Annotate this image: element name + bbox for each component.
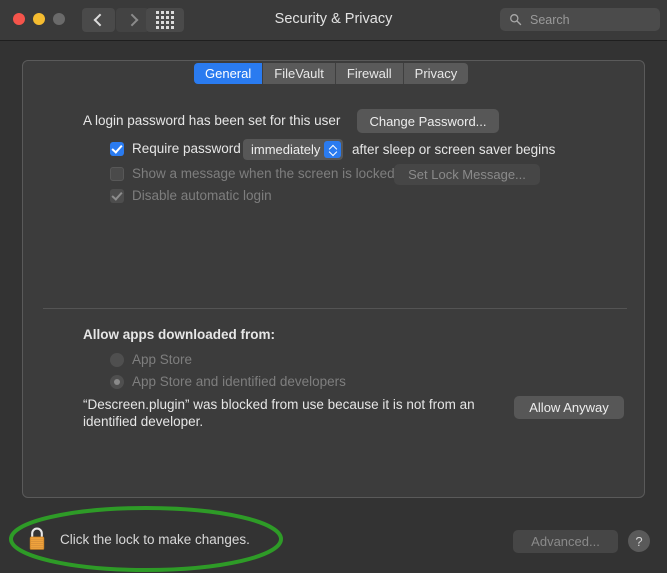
- lock-instruction-label: Click the lock to make changes.: [60, 532, 250, 547]
- radio-app-store: [110, 353, 124, 367]
- tab-filevault[interactable]: FileVault: [263, 63, 336, 84]
- show-lock-message-label: Show a message when the screen is locked: [132, 166, 395, 181]
- show-lock-message-checkbox: [110, 167, 124, 181]
- login-password-status: A login password has been set for this u…: [83, 113, 340, 128]
- window-titlebar: Security & Privacy: [0, 0, 667, 41]
- require-password-delay-popup[interactable]: immediately: [243, 139, 343, 160]
- section-divider: [43, 308, 627, 309]
- radio-app-store-row: App Store: [110, 352, 192, 367]
- disable-auto-login-checkbox: [110, 189, 124, 203]
- search-field[interactable]: [500, 8, 660, 31]
- tab-firewall[interactable]: Firewall: [336, 63, 404, 84]
- radio-app-store-identified: [110, 375, 124, 389]
- blocked-app-message: “Descreen.plugin” was blocked from use b…: [83, 396, 493, 430]
- radio-app-store-identified-row: App Store and identified developers: [110, 374, 346, 389]
- allow-apps-heading: Allow apps downloaded from:: [83, 327, 275, 342]
- locked-padlock-icon[interactable]: [26, 526, 48, 552]
- require-password-suffix-label: after sleep or screen saver begins: [352, 142, 555, 157]
- chevron-updown-icon[interactable]: [324, 141, 341, 158]
- require-password-label: Require password: [132, 141, 241, 156]
- search-icon: [509, 13, 522, 26]
- require-password-row[interactable]: Require password: [110, 141, 241, 156]
- disable-auto-login-row: Disable automatic login: [110, 188, 272, 203]
- require-password-checkbox[interactable]: [110, 142, 124, 156]
- allow-anyway-button[interactable]: Allow Anyway: [514, 396, 624, 419]
- change-password-button[interactable]: Change Password...: [357, 109, 499, 133]
- tab-privacy[interactable]: Privacy: [404, 63, 469, 84]
- tab-general[interactable]: General: [194, 63, 263, 84]
- search-input[interactable]: [528, 8, 654, 31]
- disable-auto-login-label: Disable automatic login: [132, 188, 272, 203]
- advanced-button: Advanced...: [513, 530, 618, 553]
- radio-app-store-label: App Store: [132, 352, 192, 367]
- set-lock-message-button: Set Lock Message...: [394, 164, 540, 185]
- require-password-delay-value: immediately: [251, 139, 320, 160]
- show-lock-message-row: Show a message when the screen is locked: [110, 166, 395, 181]
- tab-bar: General FileVault Firewall Privacy: [194, 63, 468, 84]
- security-privacy-window: Security & Privacy General FileVault Fir…: [0, 0, 667, 573]
- radio-app-store-identified-label: App Store and identified developers: [132, 374, 346, 389]
- help-button[interactable]: ?: [628, 530, 650, 552]
- lock-row[interactable]: Click the lock to make changes.: [26, 526, 250, 552]
